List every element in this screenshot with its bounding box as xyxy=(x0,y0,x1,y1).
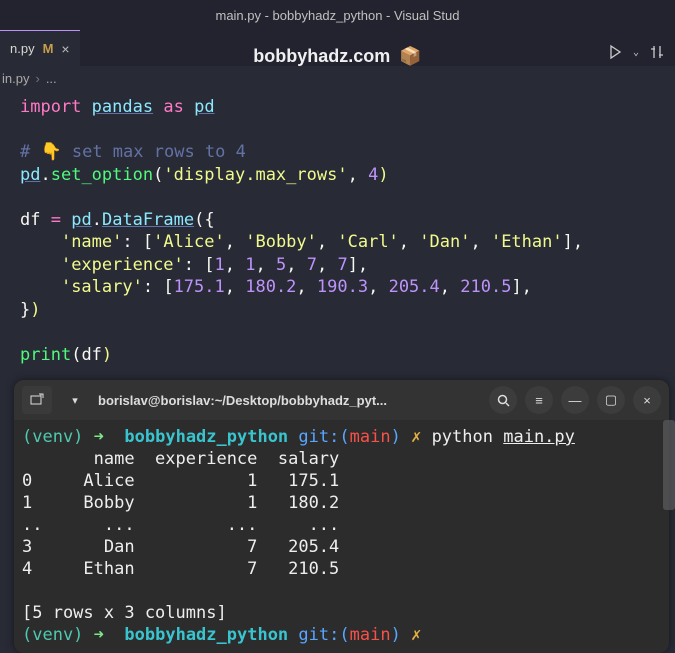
ref-pd: pd xyxy=(20,165,40,185)
git-close: ) xyxy=(391,427,401,447)
out-footer: [5 rows x 3 columns] xyxy=(22,603,227,623)
num-4: 4 xyxy=(368,165,378,185)
git-dirty-icon: ✗ xyxy=(411,427,421,447)
key-name: 'name' xyxy=(61,232,122,252)
close-icon[interactable]: × xyxy=(61,41,69,57)
breadcrumb[interactable]: in.py › ... xyxy=(0,66,675,90)
terminal-header: ▾ borislav@borislav:~/Desktop/bobbyhadz_… xyxy=(14,380,669,420)
split-compare-icon[interactable] xyxy=(649,44,665,60)
op-eq: = xyxy=(51,210,61,230)
git-label: git:( xyxy=(298,427,349,447)
menu-icon[interactable]: ≡ xyxy=(525,386,553,414)
breadcrumb-rest: ... xyxy=(46,71,57,86)
module-pandas: pandas xyxy=(92,97,153,117)
tab-main-py[interactable]: n.py M × xyxy=(0,30,80,66)
out-row: .. ... ... ... xyxy=(22,515,339,535)
tab-filename: n.py xyxy=(10,41,35,56)
fn-set-option: set_option xyxy=(51,165,153,185)
minimize-icon[interactable]: — xyxy=(561,386,589,414)
scrollbar-thumb[interactable] xyxy=(663,420,675,510)
fn-print: print xyxy=(20,345,71,365)
run-icon[interactable] xyxy=(607,44,623,60)
out-header: name experience salary xyxy=(22,449,339,469)
close-icon[interactable]: × xyxy=(633,386,661,414)
tab-modified-marker: M xyxy=(43,41,54,56)
git-branch: main xyxy=(350,427,391,447)
maximize-icon[interactable]: ▢ xyxy=(597,386,625,414)
terminal-body[interactable]: (venv) ➜ bobbyhadz_python git:(main) ✗ p… xyxy=(14,420,669,652)
str-display-max-rows: 'display.max_rows' xyxy=(163,165,347,185)
code-editor[interactable]: import pandas as pd # 👇 set max rows to … xyxy=(0,90,675,372)
tab-bar: n.py M × xyxy=(0,30,675,66)
venv-label: (venv) xyxy=(22,427,83,447)
ref-pd2: pd xyxy=(71,210,91,230)
search-icon[interactable] xyxy=(489,386,517,414)
cmd-file: main.py xyxy=(503,427,575,447)
breadcrumb-file: in.py xyxy=(2,71,29,86)
cls-dataframe: DataFrame xyxy=(102,210,194,230)
out-row: 0 Alice 1 175.1 xyxy=(22,471,339,491)
out-row: 1 Bobby 1 180.2 xyxy=(22,493,339,513)
key-salary: 'salary' xyxy=(61,277,143,297)
terminal-panel: ▾ borislav@borislav:~/Desktop/bobbyhadz_… xyxy=(14,380,669,653)
terminal-title: borislav@borislav:~/Desktop/bobbyhadz_py… xyxy=(98,393,481,408)
cmd-python: python xyxy=(432,427,493,447)
chevron-down-icon[interactable]: ⌄ xyxy=(633,47,639,58)
keyword-as: as xyxy=(163,97,183,117)
window-titlebar: main.py - bobbyhadz_python - Visual Stud xyxy=(0,0,675,30)
prompt-arrow: ➜ xyxy=(94,427,104,447)
out-row: 4 Ethan 7 210.5 xyxy=(22,559,339,579)
chevron-down-icon[interactable]: ▾ xyxy=(60,386,90,414)
editor-actions: ⌄ xyxy=(607,34,665,70)
keyword-import: import xyxy=(20,97,81,117)
chevron-right-icon: › xyxy=(35,71,39,86)
var-df: df xyxy=(20,210,40,230)
prompt-dir: bobbyhadz_python xyxy=(124,427,288,447)
new-tab-icon[interactable] xyxy=(22,386,52,414)
alias-pd: pd xyxy=(194,97,214,117)
key-experience: 'experience' xyxy=(61,255,184,275)
out-row: 3 Dan 7 205.4 xyxy=(22,537,339,557)
comment-line: # 👇 set max rows to 4 xyxy=(20,142,246,162)
window-title: main.py - bobbyhadz_python - Visual Stud xyxy=(215,8,459,23)
arg-df: df xyxy=(81,345,101,365)
